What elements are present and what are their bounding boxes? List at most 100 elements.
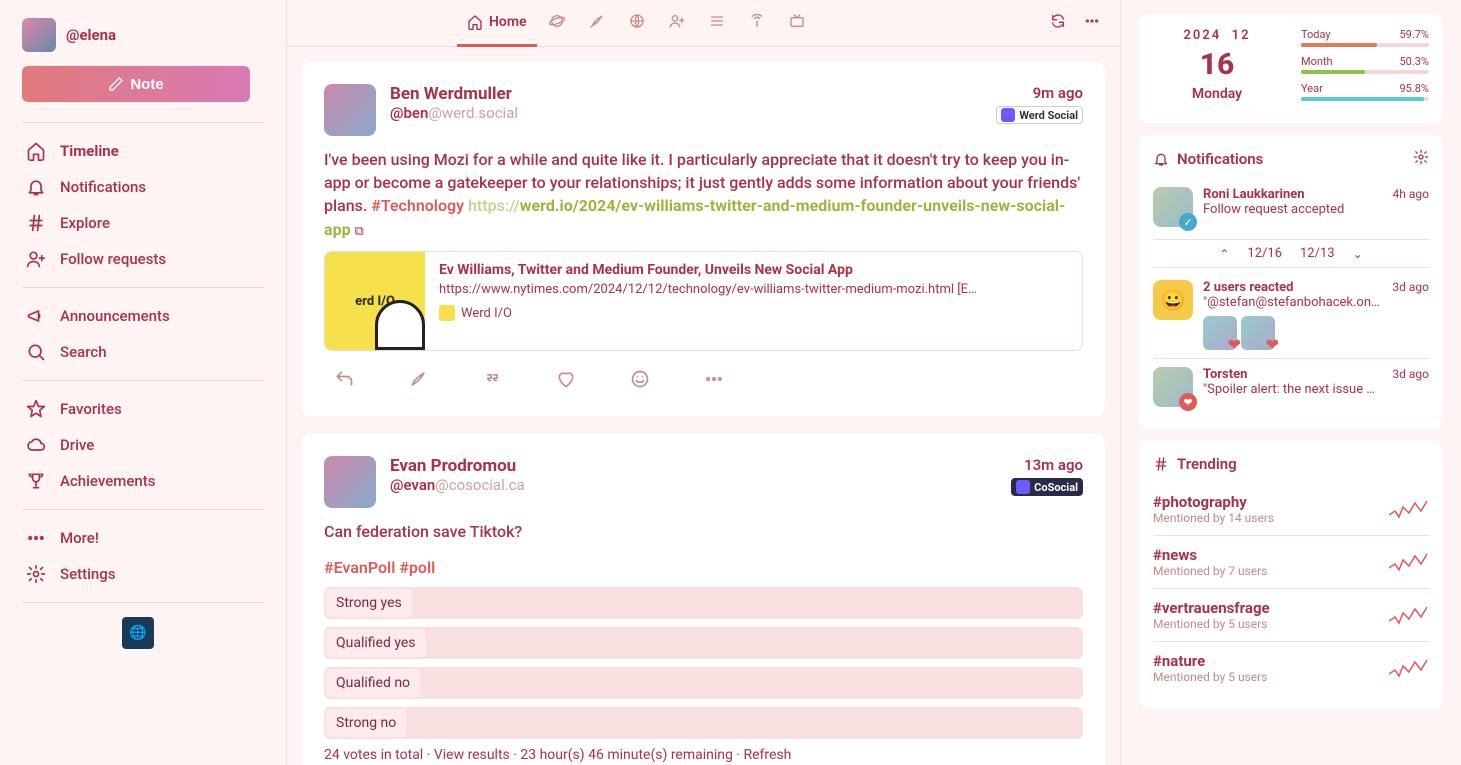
nav-explore[interactable]: Explore: [22, 205, 264, 241]
link-card[interactable]: erd I/O Ev Williams, Twitter and Medium …: [324, 251, 1083, 351]
trending-item[interactable]: #photographyMentioned by 14 users: [1153, 483, 1429, 535]
divider: [22, 602, 264, 603]
tab-label: Home: [489, 14, 527, 30]
nav-settings[interactable]: Settings: [22, 556, 264, 592]
refresh-icon[interactable]: [1050, 13, 1066, 33]
trending-item[interactable]: #natureMentioned by 5 users: [1153, 641, 1429, 694]
main-column: Home Ben Werdmuller @ben@werd.social: [286, 0, 1121, 765]
post-body: Can federation save Tiktok?: [324, 520, 1083, 543]
date-weekday: Monday: [1153, 86, 1281, 102]
compose-label: Note: [130, 76, 163, 93]
poll-option[interactable]: Strong yes: [324, 587, 1083, 619]
tab-list[interactable]: [697, 13, 737, 33]
tab-antenna[interactable]: [737, 13, 777, 33]
reaction-avatar[interactable]: ❤: [1241, 316, 1275, 350]
post-avatar[interactable]: [324, 456, 376, 508]
gear-icon[interactable]: [1413, 149, 1429, 169]
post-time: 13m ago: [1011, 456, 1083, 474]
trending-sub: Mentioned by 5 users: [1153, 670, 1379, 684]
notification-item[interactable]: 😀 2 users reacted "@stefan@stefanbohacek…: [1153, 272, 1429, 358]
poll-option[interactable]: Qualified no: [324, 667, 1083, 699]
post-instance-badge[interactable]: Werd Social: [996, 106, 1083, 124]
boost-icon[interactable]: [408, 369, 428, 394]
nav-label: Follow requests: [60, 250, 166, 268]
notif-time: 3d ago: [1392, 367, 1429, 407]
hashtags[interactable]: #EvanPoll #poll: [324, 558, 1083, 577]
trending-tag: #news: [1153, 546, 1379, 564]
date-separator[interactable]: ⌃ 12/16 12/13 ⌄: [1153, 239, 1429, 268]
post-display-name[interactable]: Ben Werdmuller: [390, 84, 982, 104]
nav-timeline[interactable]: Timeline: [22, 133, 264, 169]
nav-label: Search: [60, 343, 107, 361]
nav-drive[interactable]: Drive: [22, 427, 264, 463]
chevron-up-icon: ⌃: [1219, 247, 1229, 261]
heart-icon[interactable]: [556, 369, 576, 394]
trending-tag: #vertrauensfrage: [1153, 599, 1379, 617]
feed: Ben Werdmuller @ben@werd.social 9m ago W…: [287, 47, 1120, 765]
tab-bar: Home: [287, 0, 1120, 47]
reply-icon[interactable]: [334, 369, 354, 394]
more-icon[interactable]: [704, 369, 724, 394]
hash-icon: [26, 213, 46, 233]
notification-item[interactable]: ❤ Torsten "Spoiler alert: the next issue…: [1153, 358, 1429, 415]
quote-icon[interactable]: [482, 369, 502, 394]
post-time: 9m ago: [996, 84, 1083, 102]
heart-icon: ❤: [1228, 335, 1241, 354]
trending-tag: #nature: [1153, 652, 1379, 670]
compose-button[interactable]: Note: [22, 66, 250, 102]
more-icon[interactable]: [1084, 13, 1100, 33]
refresh-link[interactable]: Refresh: [744, 747, 792, 763]
emoji-icon[interactable]: [630, 369, 650, 394]
mastodon-icon: [1001, 108, 1015, 122]
date-day: 16: [1153, 47, 1281, 82]
post-username[interactable]: @evan@cosocial.ca: [390, 476, 997, 494]
view-results-link[interactable]: View results: [434, 747, 510, 763]
nav-label: Timeline: [60, 142, 119, 160]
chevron-down-icon: ⌄: [1353, 247, 1363, 261]
left-sidebar: @elena Note Timeline Notifications Explo…: [0, 0, 286, 765]
trending-sub: Mentioned by 14 users: [1153, 511, 1379, 525]
trending-tag: #photography: [1153, 493, 1379, 511]
nav-follow-requests[interactable]: Follow requests: [22, 241, 264, 277]
tab-tv[interactable]: [777, 13, 817, 33]
poll: Strong yes Qualified yes Qualified no St…: [324, 587, 1083, 763]
poll-option[interactable]: Qualified yes: [324, 627, 1083, 659]
progress-row: Today59.7%: [1301, 28, 1429, 41]
tab-planet[interactable]: [537, 13, 577, 33]
poll-option[interactable]: Strong no: [324, 707, 1083, 739]
avatar: [22, 18, 56, 52]
trending-item[interactable]: #newsMentioned by 7 users: [1153, 535, 1429, 588]
notification-item[interactable]: ✓ Roni Laukkarinen Follow request accept…: [1153, 179, 1429, 235]
post-username[interactable]: @ben@werd.social: [390, 104, 982, 122]
nav-label: Drive: [60, 436, 94, 454]
trending-sub: Mentioned by 5 users: [1153, 617, 1379, 631]
nav-notifications[interactable]: Notifications: [22, 169, 264, 205]
nav-search[interactable]: Search: [22, 334, 264, 370]
nav-more[interactable]: More!: [22, 520, 264, 556]
post-instance-badge[interactable]: CoSocial: [1011, 478, 1083, 496]
tab-globe[interactable]: [617, 13, 657, 33]
avatar: ❤: [1153, 367, 1193, 407]
server-icon[interactable]: 🌐: [122, 617, 154, 649]
tab-home[interactable]: Home: [457, 0, 537, 47]
post-avatar[interactable]: [324, 84, 376, 136]
notif-time: 3d ago: [1392, 280, 1429, 350]
nav-achievements[interactable]: Achievements: [22, 463, 264, 499]
reaction-avatar[interactable]: ❤: [1203, 316, 1237, 350]
tab-users[interactable]: [657, 13, 697, 33]
tab-rocket[interactable]: [577, 13, 617, 33]
profile-row[interactable]: @elena: [22, 18, 264, 52]
nav-favorites[interactable]: Favorites: [22, 391, 264, 427]
cloud-icon: [26, 435, 46, 455]
hashtag[interactable]: #Technology: [371, 196, 464, 215]
trophy-icon: [26, 471, 46, 491]
poll-footer: 24 votes in total · View results · 23 ho…: [324, 747, 1083, 763]
heart-icon: ❤: [1266, 335, 1279, 354]
trending-item[interactable]: #vertrauensfrageMentioned by 5 users: [1153, 588, 1429, 641]
nav-label: Announcements: [60, 307, 170, 325]
search-icon: [26, 342, 46, 362]
nav-announcements[interactable]: Announcements: [22, 298, 264, 334]
post-display-name[interactable]: Evan Prodromou: [390, 456, 997, 476]
notif-time: 4h ago: [1393, 187, 1429, 227]
avatar: ✓: [1153, 187, 1193, 227]
